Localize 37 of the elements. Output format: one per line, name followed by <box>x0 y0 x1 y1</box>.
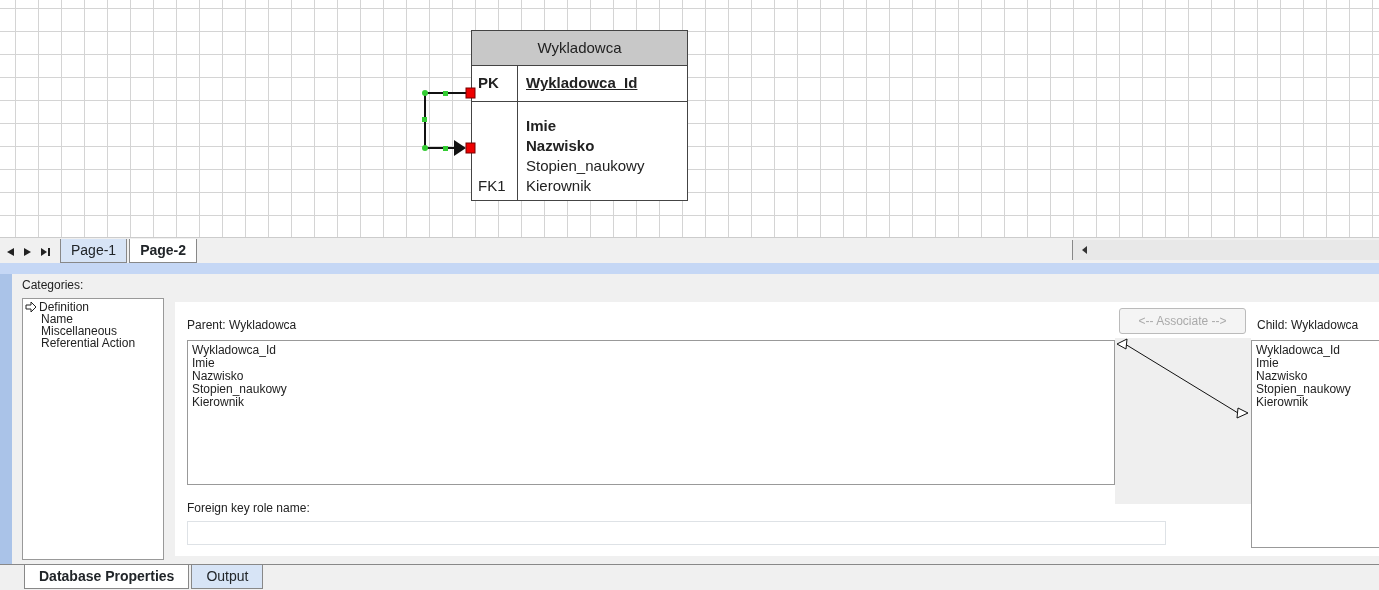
role-name-label: Foreign key role name: <box>187 500 311 517</box>
key-label: FK1 <box>478 176 507 196</box>
previous-icon[interactable] <box>6 247 15 257</box>
category-item[interactable]: Referential Action <box>41 337 136 349</box>
next-icon[interactable] <box>23 247 32 257</box>
list-item[interactable]: Stopien_naukowy <box>1256 383 1375 396</box>
panel-tab[interactable]: Output <box>191 565 264 589</box>
scroll-left-icon[interactable] <box>1081 245 1088 255</box>
parent-label: Parent: Wykladowca <box>187 317 298 334</box>
panel-tab[interactable]: Database Properties <box>24 565 190 589</box>
role-name-field[interactable] <box>187 521 1166 545</box>
column-name: Kierownik <box>526 176 593 196</box>
horizontal-scrollbar[interactable] <box>1072 240 1379 260</box>
column-name: Imie <box>526 116 557 136</box>
list-item[interactable]: Wykladowca_Id <box>192 344 1110 357</box>
category-item[interactable]: Miscellaneous <box>41 325 118 337</box>
child-label: Child: Wykladowca <box>1257 317 1360 334</box>
entity-title: Wykladowca <box>472 31 687 66</box>
column-name: Nazwisko <box>526 136 596 156</box>
categories-label: Categories: <box>22 277 85 294</box>
column-name: Stopien_naukowy <box>526 156 645 176</box>
list-item[interactable]: Nazwisko <box>192 370 1110 383</box>
relationship-line[interactable] <box>422 87 476 156</box>
list-item[interactable]: Kierownik <box>192 396 1110 409</box>
category-item[interactable]: Name <box>41 313 73 325</box>
key-label: PK <box>478 73 499 94</box>
page-tab[interactable]: Page-2 <box>129 239 198 263</box>
list-item[interactable]: Kierownik <box>1256 396 1375 409</box>
column-name: Wykladowca_Id <box>526 73 638 94</box>
list-item[interactable]: Wykladowca_Id <box>1256 344 1375 357</box>
list-item[interactable]: Imie <box>192 357 1110 370</box>
page-tab[interactable]: Page-1 <box>60 239 128 263</box>
category-item[interactable]: Definition <box>39 301 90 313</box>
list-item[interactable]: Imie <box>1256 357 1375 370</box>
last-page-icon[interactable] <box>40 247 50 257</box>
list-item[interactable]: Stopien_naukowy <box>192 383 1110 396</box>
list-item[interactable]: Nazwisko <box>1256 370 1375 383</box>
